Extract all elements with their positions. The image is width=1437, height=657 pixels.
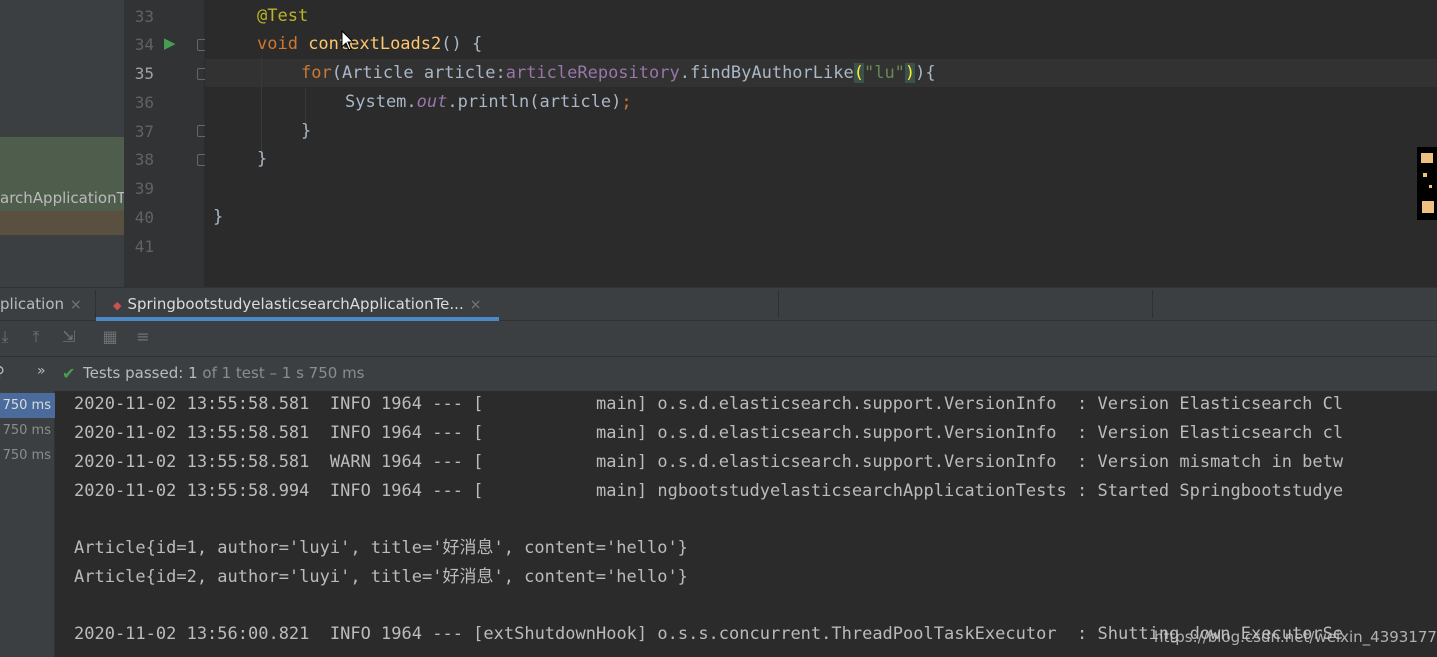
close-icon[interactable]: × xyxy=(70,297,82,313)
tab-application[interactable]: plication × xyxy=(0,288,82,321)
export-icon[interactable]: ⤒ xyxy=(27,328,45,346)
test-status-bar: ⚲ » ✔ Tests passed: 1 of 1 test – 1 s 75… xyxy=(0,357,1437,391)
test-tree-row[interactable]: 750 ms xyxy=(0,443,55,468)
settings-icon[interactable]: ≡ xyxy=(134,328,152,346)
run-test-icon[interactable]: ▶ xyxy=(164,35,180,51)
table-view-icon[interactable]: ▦ xyxy=(101,328,119,346)
close-icon[interactable]: × xyxy=(470,297,482,313)
tab-divider xyxy=(95,290,96,318)
code-line-34: void contextLoads2() { xyxy=(257,34,483,54)
code-line-33: @Test xyxy=(257,6,309,26)
line-number: 40 xyxy=(134,208,154,227)
line-number: 34 xyxy=(134,35,154,54)
console-line: 2020-11-02 13:55:58.581 WARN 1964 --- [ … xyxy=(74,452,1344,472)
run-toolbar xyxy=(0,321,1437,357)
code-line-38: } xyxy=(257,149,268,169)
test-tree-row[interactable]: 750 ms xyxy=(0,393,55,418)
project-item-label[interactable]: archApplicationT xyxy=(0,189,124,207)
console-line: 2020-11-02 13:56:00.821 INFO 1964 --- [e… xyxy=(74,624,1344,644)
code-line-40: } xyxy=(213,207,224,227)
console-line: 2020-11-02 13:55:58.581 INFO 1964 --- [ … xyxy=(74,423,1344,443)
import-icon[interactable]: ⤓ xyxy=(0,328,14,346)
collapse-icon[interactable]: ⇲ xyxy=(60,328,78,346)
line-number: 37 xyxy=(134,122,154,141)
console-line: Article{id=2, author='luyi', title='好消息'… xyxy=(74,567,688,587)
project-panel: archApplicationT xyxy=(0,0,124,287)
side-thumbnail-image xyxy=(1417,147,1437,220)
tests-passed-summary: Tests passed: 1 of 1 test – 1 s 750 ms xyxy=(83,364,365,382)
console-line: 2020-11-02 13:55:58.581 INFO 1964 --- [ … xyxy=(74,394,1344,414)
check-icon: ✔ xyxy=(62,364,76,383)
test-tree: 750 ms 750 ms 750 ms xyxy=(0,391,55,657)
project-selection-highlight-secondary xyxy=(0,211,124,235)
tab-divider xyxy=(778,290,779,318)
console-line: 2020-11-02 13:55:58.994 INFO 1964 --- [ … xyxy=(74,481,1344,501)
tab-divider xyxy=(1152,290,1153,318)
test-tree-row[interactable]: 750 ms xyxy=(0,418,55,443)
line-number: 38 xyxy=(134,150,154,169)
line-number: 39 xyxy=(134,179,154,198)
code-line-36: System.out.println(article); xyxy=(345,92,632,112)
test-tab-icon: ◆ xyxy=(113,299,122,312)
line-number: 36 xyxy=(134,93,154,112)
line-number: 41 xyxy=(134,237,154,256)
watermark-text: https://blog.csdn.net/weixin_43931773 xyxy=(1154,628,1437,646)
code-line-35: for(Article article:articleRepository.fi… xyxy=(301,63,936,83)
search-icon[interactable]: ⚲ xyxy=(0,363,5,381)
console-line: Article{id=1, author='luyi', title='好消息'… xyxy=(74,538,688,558)
line-number-current: 35 xyxy=(134,64,154,83)
code-line-37: } xyxy=(301,121,312,141)
indent-guide xyxy=(261,58,262,158)
line-number: 33 xyxy=(134,7,154,26)
chevron-right-icon[interactable]: » xyxy=(37,363,46,379)
